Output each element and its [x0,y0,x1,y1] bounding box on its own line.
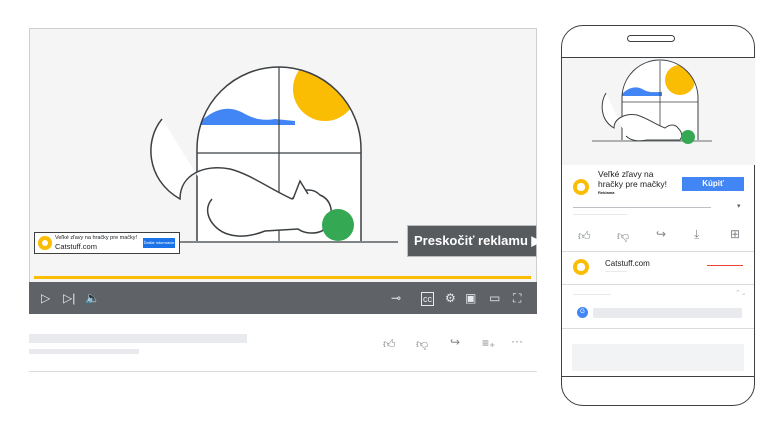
ad-progress-bar[interactable] [34,276,531,279]
add-to-queue-icon[interactable]: ≡₊ [482,336,495,350]
mobile-ad-headline-line1: Veľké zľavy na [598,169,654,179]
mobile-expand-chevron-icon[interactable]: ▾ [737,202,741,210]
mobile-video-player[interactable] [562,58,755,165]
mobile-next-video-placeholder [572,344,744,371]
skip-ad-button[interactable]: Preskočiť reklamu ▶❙ [407,225,552,257]
theater-mode-icon[interactable]: ▭ [489,292,500,304]
player-controls: ▷ ▷| 🔈 ⊸ cc ⚙ ▣ ▭ ⛶ [29,282,537,314]
mobile-save-icon[interactable]: ⊞ [730,227,740,241]
share-icon[interactable]: ↪ [450,335,460,349]
mobile-channel-subline [605,271,627,272]
phone-bottom-bezel-line [562,376,754,377]
mobile-ad-logo-icon [573,179,589,195]
phone-speaker [627,35,675,42]
more-options-icon[interactable]: ··· [511,334,523,348]
mobile-download-icon[interactable]: ⤓ [694,227,699,242]
play-icon[interactable]: ▷ [41,292,50,304]
mobile-meta-placeholder [573,214,628,215]
skip-ad-label: Preskočiť reklamu [414,233,528,248]
mobile-dislike-icon[interactable]: 👎︎ [617,229,629,244]
mobile-cat-illustration [592,59,712,144]
ad-overlay-headline: Veľké zľavy na hračky pre mačky! [55,235,138,241]
mobile-comment-avatar-letter: G [580,309,585,315]
settings-gear-icon[interactable]: ⚙ [445,292,456,304]
mobile-comment-avatar: G [577,307,588,318]
miniplayer-icon[interactable]: ▣ [465,292,476,304]
autoplay-toggle-icon[interactable]: ⊸ [391,292,401,304]
mobile-buy-button[interactable]: Kúpiť [682,177,744,191]
ad-overlay[interactable]: Veľké zľavy na hračky pre mačky! Catstuf… [34,232,180,254]
skip-next-icon: ▶❙ [531,233,553,248]
dislike-icon[interactable]: 👎︎ [416,337,428,352]
ad-overlay-domain: Catstuff.com [55,242,97,251]
mobile-channel-avatar-icon [573,259,589,275]
captions-icon[interactable]: cc [421,292,434,306]
next-icon[interactable]: ▷| [63,292,75,304]
video-title-placeholder [29,334,247,343]
mobile-comments-toggle-icon[interactable]: ⌃⌄ [735,289,747,297]
mobile-ad-headline-line2: hračky pre mačky! [598,179,667,189]
mobile-divider-1 [562,251,754,252]
catstuff-logo-icon [38,236,52,250]
mobile-ad-progress [573,207,711,208]
like-icon[interactable]: 👍︎ [383,337,396,352]
mobile-comments-header-placeholder [573,294,611,295]
video-player[interactable] [29,28,537,314]
mobile-divider-3 [562,328,754,329]
ad-overlay-cta-button[interactable]: Ďalšie informácie [143,238,175,248]
video-meta-placeholder [29,349,139,354]
fullscreen-icon[interactable]: ⛶ [513,292,521,304]
volume-icon[interactable]: 🔈 [85,292,100,304]
mobile-channel-name[interactable]: Catstuff.com [605,259,650,268]
mobile-divider-2 [562,284,754,285]
mobile-comment-input[interactable] [593,308,742,318]
mobile-share-icon[interactable]: ↪ [656,227,666,241]
mobile-ad-badge: Reklama [598,190,615,195]
mobile-subscribe-placeholder[interactable] [707,265,743,266]
mobile-like-icon[interactable]: 👍︎ [578,229,591,244]
divider [29,371,537,372]
